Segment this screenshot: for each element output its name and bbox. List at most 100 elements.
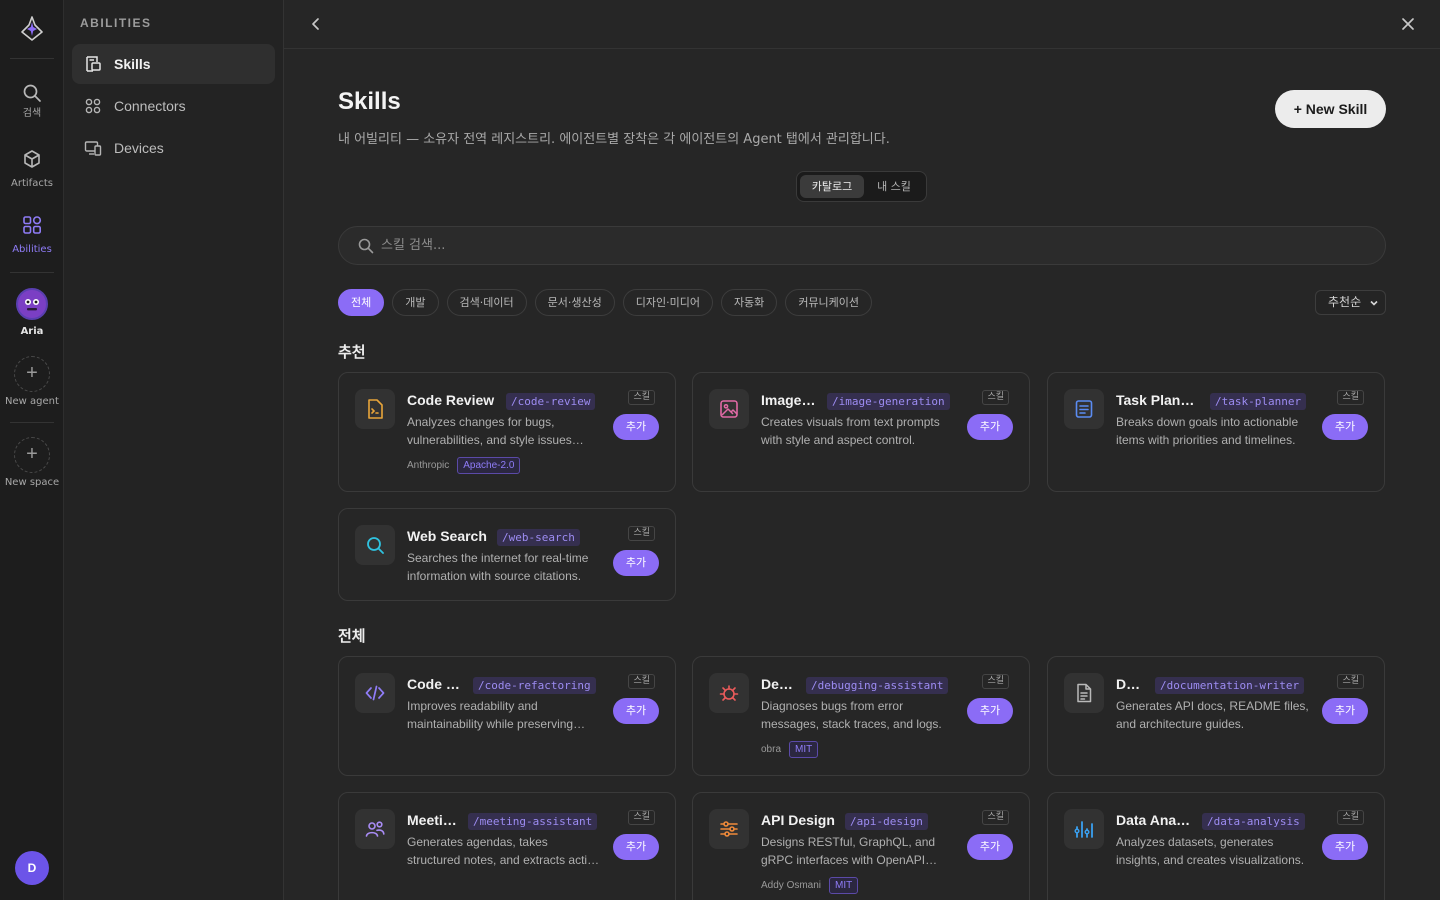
bug-icon	[709, 673, 749, 713]
rail-divider	[10, 58, 54, 59]
skill-name: Web Search	[407, 528, 487, 544]
skill-description: Diagnoses bugs from error messages, stac…	[761, 699, 942, 731]
sort-select[interactable]: 추천순	[1315, 290, 1386, 315]
segment-catalog[interactable]: 카탈로그	[800, 175, 864, 198]
sidebar-item-skills[interactable]: Skills	[72, 44, 275, 84]
add-skill-button[interactable]: 추가	[613, 414, 659, 440]
filter-chip-all[interactable]: 전체	[338, 289, 385, 316]
add-skill-button[interactable]: 추가	[967, 834, 1013, 860]
sidebar-item-label: Skills	[114, 56, 151, 72]
app-rail: 검색 Artifacts Abilities Aria + New agent …	[0, 0, 64, 900]
rail-item-new-agent[interactable]: + New agent	[0, 356, 64, 408]
plus-icon: +	[14, 356, 50, 392]
devices-icon	[84, 141, 102, 156]
sidebar-item-label: Connectors	[114, 98, 186, 114]
skill-card[interactable]: Image Generation /image-generation 스킬 Cr…	[692, 372, 1030, 492]
skill-author: Anthropic	[407, 460, 450, 471]
filter-chip-automation[interactable]: 자동화	[720, 289, 778, 316]
skill-name: Documentation Writer	[1116, 676, 1142, 692]
skill-kind-badge: 스킬	[1337, 674, 1364, 689]
plus-icon: +	[14, 437, 50, 473]
new-skill-button[interactable]: + New Skill	[1275, 90, 1386, 128]
add-skill-button[interactable]: 추가	[613, 834, 659, 860]
skill-description: Generates API docs, README files, and ar…	[1116, 699, 1309, 731]
rail-divider	[10, 272, 54, 273]
segment-my-skills[interactable]: 내 스킬	[865, 175, 923, 198]
add-skill-button[interactable]: 추가	[613, 550, 659, 576]
rail-item-agent-aria[interactable]: Aria	[0, 288, 64, 338]
sort-label: 추천순	[1328, 295, 1362, 309]
skill-slug: /debugging-assistant	[806, 677, 949, 694]
sliders-icon	[709, 809, 749, 849]
add-skill-button[interactable]: 추가	[967, 698, 1013, 724]
skill-name: Data Analysis	[1116, 812, 1194, 828]
add-skill-button[interactable]: 추가	[613, 698, 659, 724]
skill-card[interactable]: Debugging Assistant /debugging-assistant…	[692, 656, 1030, 776]
skill-description: Improves readability and maintainability…	[407, 699, 574, 731]
filter-chip-communication[interactable]: 커뮤니케이션	[785, 289, 873, 316]
document-icon	[1064, 673, 1104, 713]
skill-card[interactable]: Task Planner /task-planner 스킬 Breaks dow…	[1047, 372, 1385, 492]
rail-label: Artifacts	[11, 178, 53, 189]
skill-name: Debugging Assistant	[761, 676, 795, 692]
skill-kind-badge: 스킬	[628, 390, 655, 405]
skill-name: Meeting Assistant	[407, 812, 459, 828]
filter-chip-dev[interactable]: 개발	[392, 289, 439, 316]
agent-avatar	[16, 288, 48, 320]
skill-description: Creates visuals from text prompts with s…	[761, 415, 940, 447]
skills-icon	[86, 56, 101, 72]
main-topbar	[284, 0, 1440, 49]
rail-item-abilities[interactable]: Abilities	[0, 214, 64, 256]
filter-chip-docs[interactable]: 문서·생산성	[534, 289, 615, 316]
chart-icon	[1064, 809, 1104, 849]
rail-item-artifacts[interactable]: Artifacts	[0, 148, 64, 190]
view-segmented-control: 카탈로그 내 스킬	[796, 171, 927, 202]
add-skill-button[interactable]: 추가	[1322, 834, 1368, 860]
sidebar-item-devices[interactable]: Devices	[72, 128, 275, 168]
skill-card[interactable]: Web Search /web-search 스킬 Searches the i…	[338, 508, 676, 601]
skill-kind-badge: 스킬	[628, 810, 655, 825]
skill-kind-badge: 스킬	[982, 810, 1009, 825]
skill-slug: /code-refactoring	[473, 677, 596, 694]
close-icon[interactable]	[1398, 14, 1418, 34]
search-input[interactable]	[381, 227, 1361, 264]
sidebar-item-connectors[interactable]: Connectors	[72, 86, 275, 126]
filter-chip-search-data[interactable]: 검색·데이터	[446, 289, 527, 316]
skill-description: Breaks down goals into actionable items …	[1116, 415, 1299, 447]
skill-search-bar	[338, 226, 1386, 265]
skill-name: Image Generation	[761, 392, 819, 408]
skill-name: Code Review	[407, 392, 495, 408]
sidebar-title: ABILITIES	[80, 16, 152, 30]
filter-chip-design-media[interactable]: 디자인·미디어	[622, 289, 713, 316]
skill-card[interactable]: Code Review /code-review 스킬 Analyzes cha…	[338, 372, 676, 492]
skill-slug: /meeting-assistant	[468, 813, 598, 830]
rail-label: 검색	[22, 108, 42, 119]
skill-name: API Design	[761, 812, 835, 828]
add-skill-button[interactable]: 추가	[967, 414, 1013, 440]
rail-label: Aria	[20, 326, 44, 337]
grid-icon	[23, 216, 42, 234]
section-title-recommended: 추천	[338, 343, 366, 361]
add-skill-button[interactable]: 추가	[1322, 414, 1368, 440]
skill-description: Generates agendas, takes structured note…	[407, 835, 601, 867]
skill-kind-badge: 스킬	[628, 526, 655, 541]
search-icon	[23, 84, 41, 102]
skill-card[interactable]: Code Refactoring /code-refactoring 스킬 Im…	[338, 656, 676, 776]
app-logo-icon[interactable]	[20, 16, 44, 42]
skill-kind-badge: 스킬	[982, 674, 1009, 689]
add-skill-button[interactable]: 추가	[1322, 698, 1368, 724]
image-icon	[709, 389, 749, 429]
skill-card[interactable]: Data Analysis /data-analysis 스킬 Analyzes…	[1047, 792, 1385, 900]
chevron-left-icon[interactable]	[306, 14, 326, 34]
rail-item-new-space[interactable]: + New space	[0, 437, 64, 489]
rail-label: Abilities	[12, 244, 52, 255]
skill-card[interactable]: API Design /api-design 스킬 Designs RESTfu…	[692, 792, 1030, 900]
skill-card[interactable]: Meeting Assistant /meeting-assistant 스킬 …	[338, 792, 676, 900]
skill-card[interactable]: Documentation Writer /documentation-writ…	[1047, 656, 1385, 776]
skill-description: Analyzes datasets, generates insights, a…	[1116, 835, 1305, 867]
skill-slug: /code-review	[506, 393, 596, 410]
user-avatar[interactable]: D	[15, 851, 49, 885]
skill-kind-badge: 스킬	[1337, 810, 1364, 825]
rail-item-search[interactable]: 검색	[0, 82, 64, 120]
skill-description: Analyzes changes for bugs, vulnerabiliti…	[407, 415, 572, 447]
